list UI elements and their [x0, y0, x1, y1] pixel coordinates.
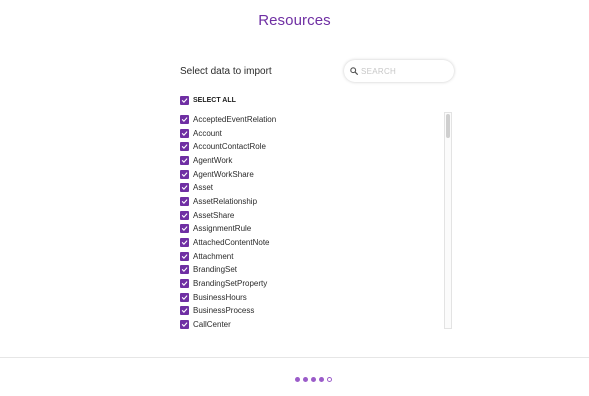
- select-all-label: SELECT ALL: [193, 97, 236, 104]
- list-item-label: Attachment: [193, 251, 234, 261]
- scrollbar-thumb[interactable]: [446, 114, 450, 138]
- checkbox-checked-icon[interactable]: [180, 169, 189, 179]
- list-item-label: Asset: [193, 183, 214, 193]
- checkbox-checked-icon[interactable]: [180, 96, 189, 105]
- checkbox-checked-icon[interactable]: [180, 114, 189, 124]
- list-item-label: BrandingSetProperty: [193, 279, 268, 289]
- checkbox-checked-icon[interactable]: [180, 224, 189, 234]
- import-resources-page: Resources Select data to import SELECT A…: [0, 0, 589, 396]
- list-item-label: AgentWork: [193, 155, 233, 165]
- step-dot: [311, 377, 316, 382]
- list-item-label: BrandingSet: [193, 265, 238, 275]
- list-item[interactable]: AttachedContentNote: [180, 235, 454, 249]
- step-indicator: [295, 377, 335, 382]
- checkbox-checked-icon[interactable]: [180, 292, 189, 302]
- checkbox-checked-icon[interactable]: [180, 306, 189, 316]
- list-item-label: Account: [193, 128, 222, 138]
- search-box[interactable]: [344, 60, 454, 82]
- checkbox-checked-icon[interactable]: [180, 251, 189, 261]
- checkbox-checked-icon[interactable]: [180, 238, 189, 248]
- list-scrollbar[interactable]: [444, 112, 452, 329]
- list-item-label: BusinessProcess: [193, 306, 255, 316]
- step-dot: [295, 377, 300, 382]
- list-item-label: CallCenter: [193, 320, 231, 330]
- checkbox-checked-icon[interactable]: [180, 210, 189, 220]
- search-icon: [350, 67, 358, 75]
- list-item-label: AttachedContentNote: [193, 238, 270, 248]
- list-item[interactable]: AgentWork: [180, 153, 454, 167]
- list-item[interactable]: AgentWorkShare: [180, 167, 454, 181]
- checkbox-checked-icon[interactable]: [180, 183, 189, 193]
- step-dot: [303, 377, 308, 382]
- list-item[interactable]: AssetShare: [180, 208, 454, 222]
- page-title: Resources: [258, 12, 331, 29]
- list-item[interactable]: CallCenter: [180, 317, 454, 330]
- resource-list[interactable]: AcceptedEventRelation Account AccountConta…: [180, 112, 454, 330]
- step-dot: [327, 377, 332, 382]
- checkbox-checked-icon[interactable]: [180, 320, 189, 330]
- list-item-label: AgentWorkShare: [193, 169, 254, 179]
- list-item-label: AssetRelationship: [193, 196, 258, 206]
- select-all-checkbox[interactable]: SELECT ALL: [180, 96, 236, 105]
- list-heading: Select data to import: [180, 66, 272, 77]
- list-item[interactable]: AssetRelationship: [180, 194, 454, 208]
- checkbox-checked-icon[interactable]: [180, 128, 189, 138]
- list-item-label: AssignmentRule: [193, 224, 252, 234]
- checkbox-checked-icon[interactable]: [180, 196, 189, 206]
- list-item-label: BusinessHours: [193, 292, 247, 302]
- list-item[interactable]: Attachment: [180, 249, 454, 263]
- list-item[interactable]: AssignmentRule: [180, 222, 454, 236]
- list-item[interactable]: BusinessProcess: [180, 304, 454, 318]
- list-item[interactable]: BusinessHours: [180, 290, 454, 304]
- list-item-label: AcceptedEventRelation: [193, 114, 277, 124]
- step-dot: [319, 377, 324, 382]
- checkbox-checked-icon[interactable]: [180, 142, 189, 152]
- list-item[interactable]: BrandingSetProperty: [180, 276, 454, 290]
- list-item[interactable]: Account: [180, 126, 454, 140]
- list-item[interactable]: BrandingSet: [180, 263, 454, 277]
- list-item-label: AssetShare: [193, 210, 235, 220]
- list-item[interactable]: AccountContactRole: [180, 139, 454, 153]
- checkbox-checked-icon[interactable]: [180, 265, 189, 275]
- list-item-label: AccountContactRole: [193, 142, 266, 152]
- list-item[interactable]: AcceptedEventRelation: [180, 112, 454, 126]
- checkbox-checked-icon[interactable]: [180, 279, 189, 289]
- footer-divider: [0, 357, 589, 358]
- search-input[interactable]: [361, 66, 441, 76]
- checkbox-checked-icon[interactable]: [180, 155, 189, 165]
- list-item[interactable]: Asset: [180, 180, 454, 194]
